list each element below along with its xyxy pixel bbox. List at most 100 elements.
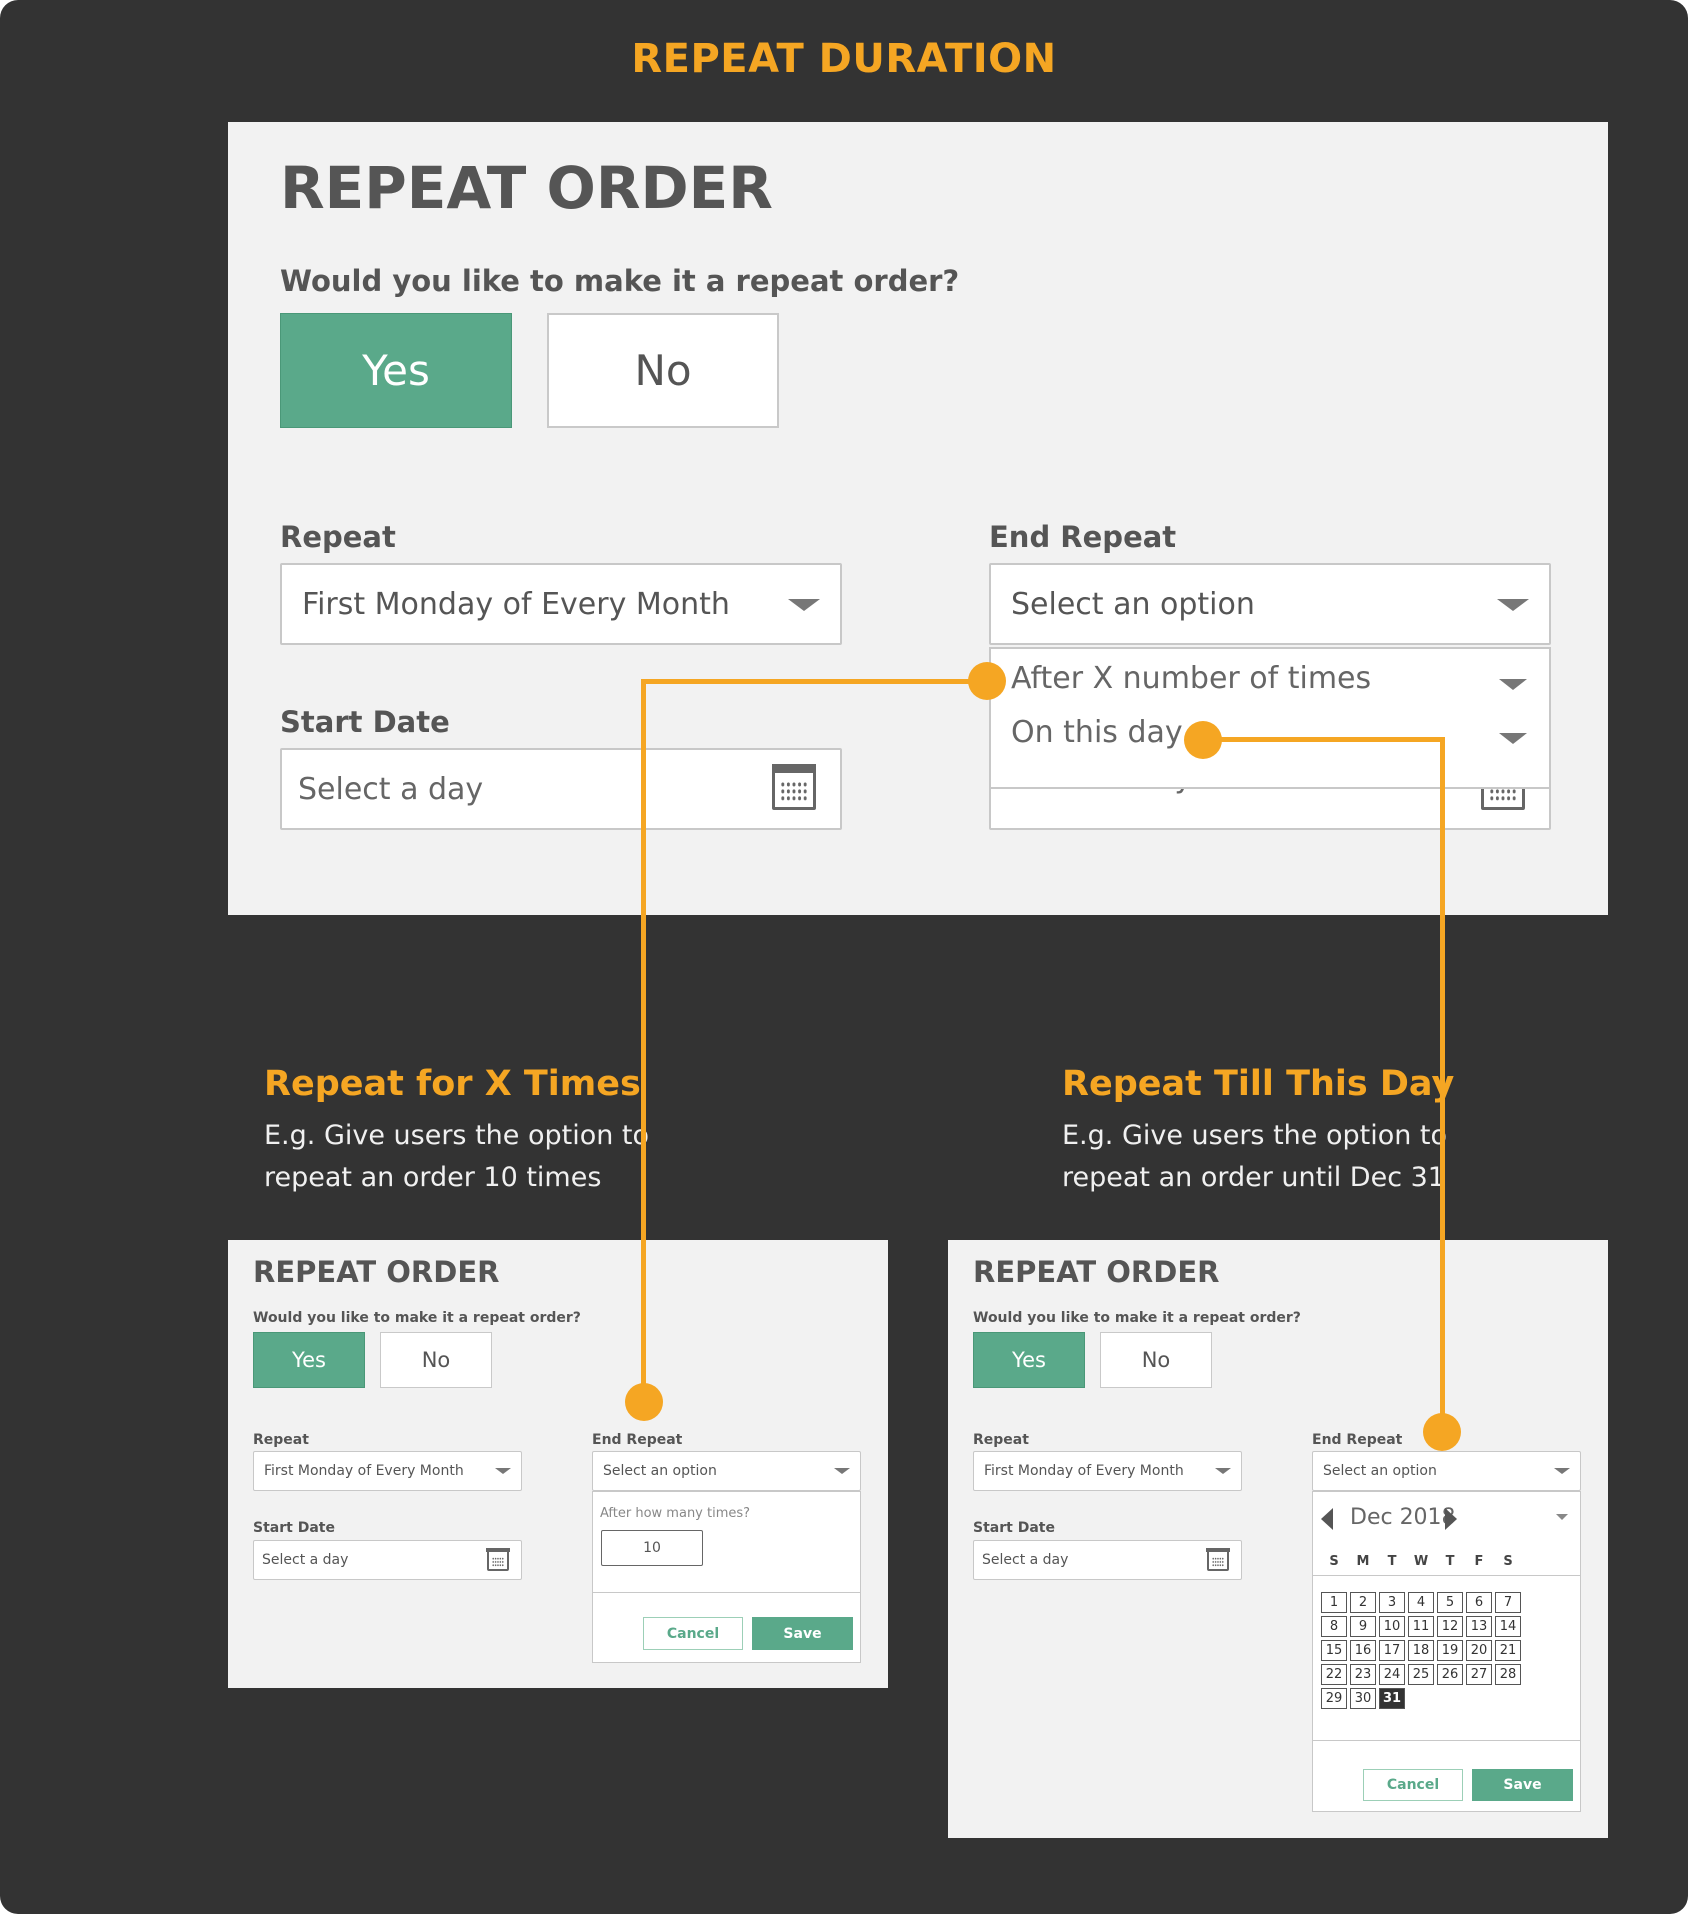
calendar-day[interactable]: 26 <box>1437 1664 1463 1685</box>
calendar-day[interactable]: 8 <box>1321 1616 1347 1637</box>
calendar-day[interactable]: 29 <box>1321 1688 1347 1709</box>
chevron-down-icon <box>834 1468 850 1474</box>
connector-line <box>1440 737 1445 1432</box>
calendar-day[interactable]: 25 <box>1408 1664 1434 1685</box>
calendar-day[interactable]: 18 <box>1408 1640 1434 1661</box>
start-date-placeholder: Select a day <box>262 1552 349 1568</box>
calendar-day[interactable]: 20 <box>1466 1640 1492 1661</box>
cancel-button[interactable]: Cancel <box>1363 1769 1463 1801</box>
no-button[interactable]: No <box>380 1332 492 1388</box>
repeat-select[interactable]: First Monday of Every Month <box>253 1451 522 1491</box>
repeat-select-value: First Monday of Every Month <box>264 1463 464 1479</box>
form-title: REPEAT ORDER <box>280 154 773 222</box>
times-input-value: 10 <box>643 1540 661 1556</box>
yes-button[interactable]: Yes <box>280 313 512 428</box>
calendar-day[interactable]: 27 <box>1466 1664 1492 1685</box>
calendar-day[interactable]: 7 <box>1495 1592 1521 1613</box>
calendar-day[interactable]: 9 <box>1350 1616 1376 1637</box>
calendar-day[interactable]: 16 <box>1350 1640 1376 1661</box>
start-date-label: Start Date <box>973 1520 1055 1536</box>
option-on-this-day[interactable]: On this day <box>1011 715 1183 750</box>
repeat-label: Repeat <box>253 1432 309 1448</box>
prev-month-icon[interactable] <box>1321 1508 1333 1530</box>
calendar-icon[interactable] <box>1206 1548 1230 1571</box>
calendar-day[interactable]: 21 <box>1495 1640 1521 1661</box>
no-button[interactable]: No <box>1100 1332 1212 1388</box>
connector-dot <box>1423 1413 1461 1451</box>
repeat-select[interactable]: First Monday of Every Month <box>280 563 842 645</box>
start-date-field[interactable]: Select a day <box>280 748 842 830</box>
repeat-label: Repeat <box>280 520 396 554</box>
calendar-day[interactable]: 2 <box>1350 1592 1376 1613</box>
no-button[interactable]: No <box>547 313 779 428</box>
repeat-question: Would you like to make it a repeat order… <box>280 264 960 298</box>
form-title: REPEAT ORDER <box>253 1255 500 1289</box>
calendar-day[interactable]: 5 <box>1437 1592 1463 1613</box>
calendar-day[interactable]: 19 <box>1437 1640 1463 1661</box>
calendar-day[interactable]: 23 <box>1350 1664 1376 1685</box>
end-repeat-dropdown-list: After X number of times On this day <box>989 647 1551 789</box>
calendar-day[interactable]: 22 <box>1321 1664 1347 1685</box>
repeat-select[interactable]: First Monday of Every Month <box>973 1451 1242 1491</box>
cancel-button[interactable]: Cancel <box>643 1617 743 1650</box>
connector-dot <box>968 662 1006 700</box>
end-repeat-select[interactable]: Select an option <box>989 563 1551 645</box>
repeat-select-value: First Monday of Every Month <box>984 1463 1184 1479</box>
chevron-down-icon <box>1499 679 1527 690</box>
yes-button[interactable]: Yes <box>973 1332 1085 1388</box>
calendar-day[interactable]: 24 <box>1379 1664 1405 1685</box>
section-times-desc-line1: E.g. Give users the option to <box>264 1120 650 1151</box>
connector-line <box>641 679 986 684</box>
weekday-label: S <box>1329 1554 1339 1569</box>
calendar-day[interactable]: 12 <box>1437 1616 1463 1637</box>
weekday-label: S <box>1503 1554 1513 1569</box>
calendar-day[interactable]: 15 <box>1321 1640 1347 1661</box>
repeat-select-value: First Monday of Every Month <box>302 586 730 622</box>
next-month-icon[interactable] <box>1445 1508 1457 1530</box>
repeat-question: Would you like to make it a repeat order… <box>973 1310 1301 1326</box>
calendar-icon[interactable] <box>772 764 816 810</box>
save-button[interactable]: Save <box>1472 1769 1573 1801</box>
end-repeat-placeholder: Select an option <box>603 1463 717 1479</box>
calendar-day[interactable]: 13 <box>1466 1616 1492 1637</box>
calendar-day[interactable]: 31 <box>1379 1688 1405 1709</box>
connector-dot <box>625 1383 663 1421</box>
calendar-day[interactable]: 28 <box>1495 1664 1521 1685</box>
calendar-day[interactable]: 30 <box>1350 1688 1376 1709</box>
weekday-label: W <box>1413 1554 1429 1569</box>
calendar-day[interactable]: 14 <box>1495 1616 1521 1637</box>
calendar-day[interactable]: 4 <box>1408 1592 1434 1613</box>
connector-dot <box>1184 721 1222 759</box>
weekday-label: F <box>1474 1554 1484 1569</box>
start-date-placeholder: Select a day <box>982 1552 1069 1568</box>
page-title: REPEAT DURATION <box>631 36 1057 82</box>
times-popup: After how many times? 10 Cancel Save <box>592 1491 861 1663</box>
chevron-down-icon <box>1215 1468 1231 1474</box>
option-after-x-times[interactable]: After X number of times <box>1011 661 1371 696</box>
save-button[interactable]: Save <box>752 1617 853 1650</box>
mini-day-panel: REPEAT ORDER Would you like to make it a… <box>948 1240 1608 1838</box>
start-date-field[interactable]: Select a day <box>253 1540 522 1580</box>
chevron-down-icon <box>788 599 820 611</box>
calendar-day[interactable]: 10 <box>1379 1616 1405 1637</box>
calendar-day[interactable]: 6 <box>1466 1592 1492 1613</box>
calendar-day[interactable]: 17 <box>1379 1640 1405 1661</box>
section-times-title: Repeat for X Times <box>264 1064 641 1104</box>
chevron-down-icon[interactable] <box>1556 1514 1568 1520</box>
calendar-day[interactable]: 1 <box>1321 1592 1347 1613</box>
start-date-label: Start Date <box>253 1520 335 1536</box>
start-date-field[interactable]: Select a day <box>973 1540 1242 1580</box>
calendar-day[interactable]: 3 <box>1379 1592 1405 1613</box>
yes-button[interactable]: Yes <box>253 1332 365 1388</box>
end-repeat-placeholder: Select an option <box>1323 1463 1437 1479</box>
times-input[interactable]: 10 <box>601 1530 703 1566</box>
section-day-desc-line2: repeat an order until Dec 31 <box>1062 1162 1445 1193</box>
end-repeat-select[interactable]: Select an option <box>592 1451 861 1491</box>
calendar-popup: Dec 2018 SMTWTFS 1 2 3 4 5 6 7 8 9 10 11 12 13 14 15 16… <box>1312 1491 1581 1812</box>
repeat-question: Would you like to make it a repeat order… <box>253 1310 581 1326</box>
section-day-desc-line1: E.g. Give users the option to <box>1062 1120 1448 1151</box>
calendar-day[interactable]: 11 <box>1408 1616 1434 1637</box>
calendar-icon[interactable] <box>486 1548 510 1571</box>
end-repeat-select[interactable]: Select an option <box>1312 1451 1581 1491</box>
section-day-title: Repeat Till This Day <box>1062 1064 1455 1104</box>
